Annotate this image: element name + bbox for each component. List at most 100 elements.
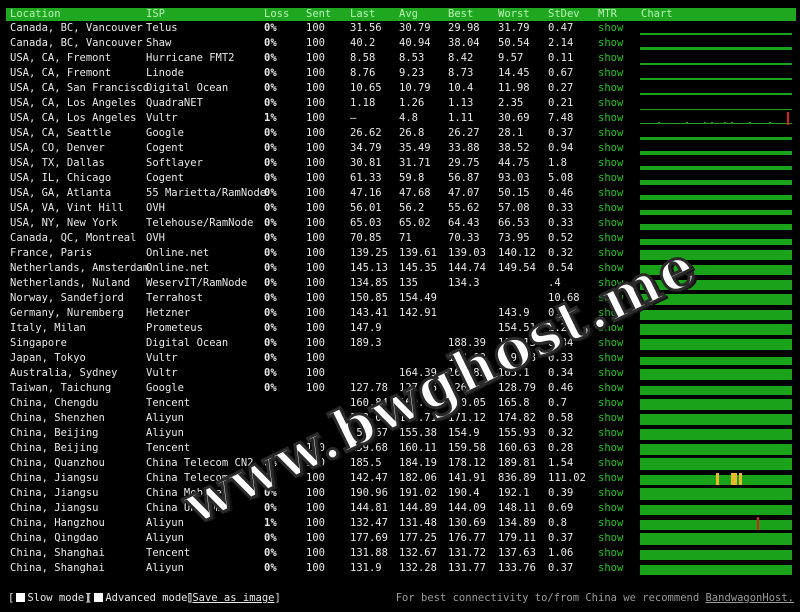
mtr-show-link[interactable]: show bbox=[598, 366, 623, 381]
latency-chart bbox=[640, 142, 792, 155]
last: 134.85 bbox=[350, 277, 388, 289]
mtr-show-link[interactable]: show bbox=[598, 531, 623, 546]
chart-svg bbox=[640, 310, 792, 320]
loss: 0% bbox=[264, 382, 277, 394]
mtr-show-link[interactable]: show bbox=[598, 81, 623, 96]
mtr-show-link[interactable]: show bbox=[598, 126, 623, 141]
avg: 131.48 bbox=[399, 517, 437, 529]
isp: OVH bbox=[146, 232, 165, 244]
mtr-show-link[interactable]: show bbox=[598, 486, 623, 501]
save-image-option[interactable]: [Save as image] bbox=[186, 590, 281, 606]
last: 131.88 bbox=[350, 547, 388, 559]
loss: 0% bbox=[264, 262, 277, 274]
chart-bar bbox=[640, 444, 792, 455]
mtr-show-link[interactable]: show bbox=[598, 411, 623, 426]
worst: 174.82 bbox=[498, 412, 536, 424]
footer-note: For best connectivity to/from China we r… bbox=[396, 590, 794, 606]
chart-spike bbox=[716, 473, 719, 485]
mtr-show-link[interactable]: show bbox=[598, 336, 623, 351]
mtr-show-link[interactable]: show bbox=[598, 441, 623, 456]
mtr-show-link[interactable]: show bbox=[598, 426, 623, 441]
stdev: 10.68 bbox=[548, 292, 580, 304]
isp: Cogent bbox=[146, 142, 184, 154]
best: 144.09 bbox=[448, 502, 486, 514]
chart-svg bbox=[640, 517, 792, 530]
mtr-show-link[interactable]: show bbox=[598, 456, 623, 471]
mtr-show-link[interactable]: show bbox=[598, 276, 623, 291]
table-row: China, Quanzhou China Telecom CN2 0% 100 185… bbox=[0, 456, 800, 471]
best: 108.09 bbox=[448, 352, 486, 364]
isp: Digital Ocean bbox=[146, 337, 229, 349]
worst: 9.57 bbox=[498, 52, 524, 64]
mtr-show-link[interactable]: show bbox=[598, 186, 623, 201]
chart-bar bbox=[640, 137, 792, 140]
slow-mode-checkbox[interactable] bbox=[16, 593, 26, 602]
isp: Digital Ocean bbox=[146, 82, 229, 94]
bandwagonhost-link[interactable]: BandwagonHost. bbox=[705, 592, 794, 604]
column-header-location: Location bbox=[10, 8, 61, 20]
table-row: Singapore Digital Ocean 0% 100 189.3 188.39 19… bbox=[0, 336, 800, 351]
avg: 10.79 bbox=[399, 82, 431, 94]
mtr-show-link[interactable]: show bbox=[598, 396, 623, 411]
column-header-isp: ISP bbox=[146, 8, 165, 20]
loss: 0% bbox=[264, 457, 277, 469]
isp: Linode bbox=[146, 67, 184, 79]
mtr-show-link[interactable]: show bbox=[598, 261, 623, 276]
mtr-show-link[interactable]: show bbox=[598, 36, 623, 51]
mtr-show-link[interactable]: show bbox=[598, 141, 623, 156]
table-row: USA, TX, Dallas Softlayer 0% 100 30.81 31.71 2… bbox=[0, 156, 800, 171]
last: 155.67 bbox=[350, 427, 388, 439]
loss: 0% bbox=[264, 322, 277, 334]
stdev: 0.27 bbox=[548, 82, 574, 94]
latency-chart bbox=[640, 202, 792, 215]
worst: 57.08 bbox=[498, 202, 530, 214]
mtr-show-link[interactable]: show bbox=[598, 546, 623, 561]
loss: 0% bbox=[264, 22, 277, 34]
sent: 100 bbox=[306, 292, 325, 304]
stdev: 1.8 bbox=[548, 157, 567, 169]
table-row: USA, CA, Fremont Linode 0% 100 8.76 9.23 8.73 1… bbox=[0, 66, 800, 81]
mtr-show-link[interactable]: show bbox=[598, 516, 623, 531]
chart-svg bbox=[640, 324, 792, 335]
mtr-show-link[interactable]: show bbox=[598, 231, 623, 246]
slow-mode-option[interactable]: [Slow mode] bbox=[8, 590, 91, 606]
sent: 100 bbox=[306, 52, 325, 64]
mtr-show-link[interactable]: show bbox=[598, 381, 623, 396]
last: 190.96 bbox=[350, 487, 388, 499]
mtr-show-link[interactable]: show bbox=[598, 201, 623, 216]
mtr-show-link[interactable]: show bbox=[598, 171, 623, 186]
mtr-show-link[interactable]: show bbox=[598, 291, 623, 306]
chart-svg bbox=[640, 473, 792, 485]
avg: 191.02 bbox=[399, 487, 437, 499]
best: 55.62 bbox=[448, 202, 480, 214]
mtr-show-link[interactable]: show bbox=[598, 561, 623, 576]
table-row: Germany, Nuremberg Hetzner 0% 100 143.41 142.… bbox=[0, 306, 800, 321]
mtr-show-link[interactable]: show bbox=[598, 351, 623, 366]
mtr-show-link[interactable]: show bbox=[598, 21, 623, 36]
chart-bar bbox=[640, 210, 792, 215]
mtr-show-link[interactable]: show bbox=[598, 321, 623, 336]
advanced-mode-option[interactable]: [Advanced mode] bbox=[86, 590, 194, 606]
mtr-show-link[interactable]: show bbox=[598, 306, 623, 321]
mtr-show-link[interactable]: show bbox=[598, 51, 623, 66]
latency-chart bbox=[640, 457, 792, 470]
location: China, Qingdao bbox=[10, 532, 99, 544]
best: 188.39 bbox=[448, 337, 486, 349]
mtr-show-link[interactable]: show bbox=[598, 246, 623, 261]
mtr-show-link[interactable]: show bbox=[598, 501, 623, 516]
isp: Hurricane FMT2 bbox=[146, 52, 235, 64]
avg: 160.11 bbox=[399, 442, 437, 454]
mtr-show-link[interactable]: show bbox=[598, 66, 623, 81]
worst: 38.52 bbox=[498, 142, 530, 154]
mtr-show-link[interactable]: show bbox=[598, 156, 623, 171]
worst: 128.79 bbox=[498, 382, 536, 394]
mtr-show-link[interactable]: show bbox=[598, 216, 623, 231]
save-as-image-link[interactable]: Save as image bbox=[192, 592, 274, 604]
mtr-show-link[interactable]: show bbox=[598, 96, 623, 111]
mtr-show-link[interactable]: show bbox=[598, 111, 623, 126]
last: 70.85 bbox=[350, 232, 382, 244]
worst: 28.1 bbox=[498, 127, 524, 139]
advanced-mode-checkbox[interactable] bbox=[94, 593, 104, 602]
mtr-show-link[interactable]: show bbox=[598, 471, 623, 486]
chart-bar bbox=[640, 239, 792, 245]
